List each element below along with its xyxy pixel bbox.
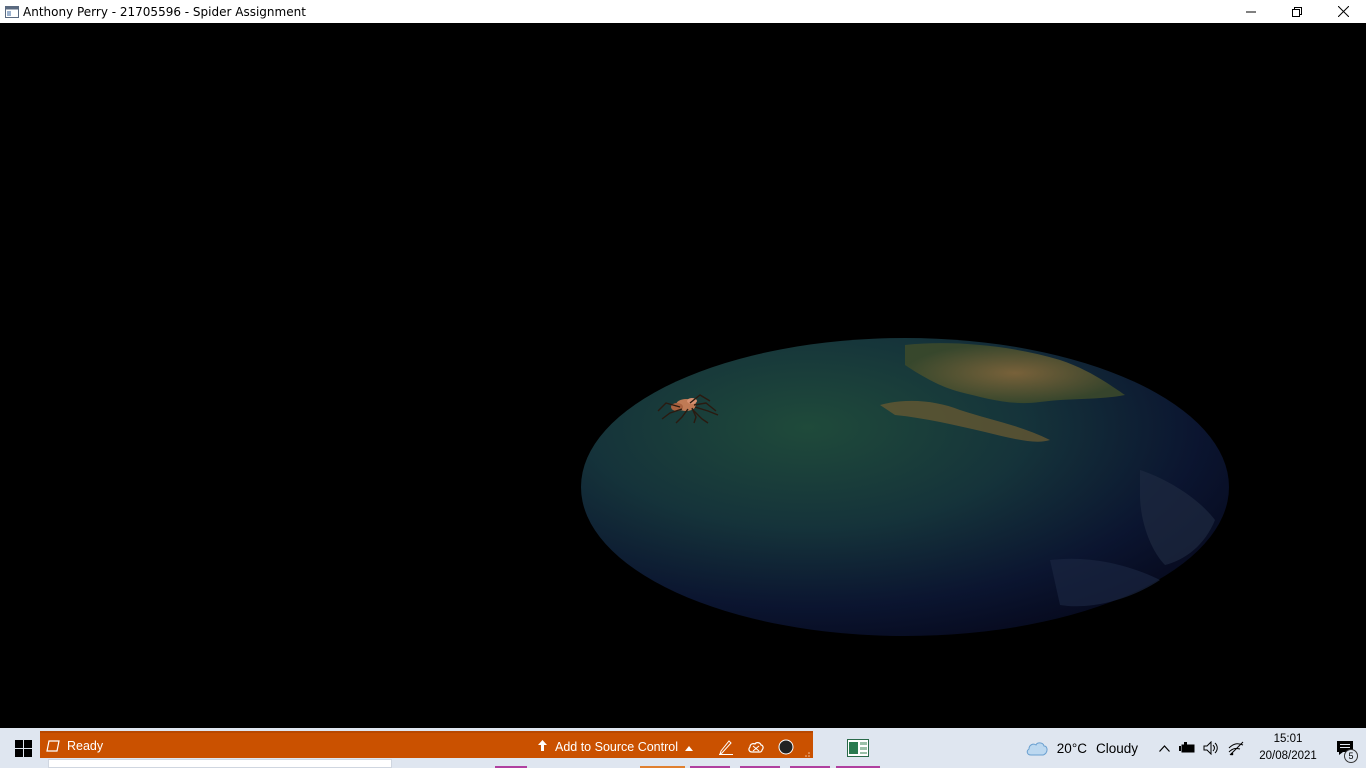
record-icon[interactable] xyxy=(771,733,801,760)
show-hidden-icons-button[interactable] xyxy=(1152,728,1176,768)
restore-button[interactable] xyxy=(1274,0,1320,23)
window-titlebar: Anthony Perry - 21705596 - Spider Assign… xyxy=(0,0,1366,23)
battery-icon[interactable] xyxy=(1176,728,1200,768)
weather-condition: Cloudy xyxy=(1095,740,1138,756)
action-center-button[interactable]: 5 xyxy=(1324,728,1366,768)
chevron-up-icon xyxy=(1158,744,1170,752)
minimize-button[interactable] xyxy=(1228,0,1274,23)
cloud-icon[interactable] xyxy=(741,733,771,760)
window-title: Anthony Perry - 21705596 - Spider Assign… xyxy=(23,4,306,19)
weather-temperature: 20°C xyxy=(1056,740,1087,756)
clock[interactable]: 15:01 20/08/2021 xyxy=(1252,731,1324,765)
vs-status-bar: Ready Add to Source Control xyxy=(40,731,813,758)
close-button[interactable] xyxy=(1320,0,1366,23)
scene-canvas xyxy=(581,338,1229,636)
weather-widget[interactable]: 20°C Cloudy xyxy=(1026,740,1138,756)
spreadsheet-icon xyxy=(847,739,869,757)
volume-icon[interactable] xyxy=(1200,728,1224,768)
pencil-icon[interactable] xyxy=(711,733,741,760)
window-app-icon xyxy=(4,4,20,20)
taskbar-app-spreadsheet[interactable] xyxy=(836,728,880,768)
clock-date: 20/08/2021 xyxy=(1259,750,1317,762)
status-text: Ready xyxy=(67,738,104,753)
arrow-up-icon xyxy=(538,739,547,754)
notification-count-badge: 5 xyxy=(1344,749,1358,763)
resize-grip-icon xyxy=(801,733,813,760)
taskbar: Ready Add to Source Control 20°C Cloudy … xyxy=(0,728,1366,768)
search-box[interactable] xyxy=(48,759,392,768)
render-viewport[interactable] xyxy=(0,23,1366,728)
windows-icon xyxy=(14,739,32,757)
network-icon[interactable] xyxy=(1224,728,1248,768)
status-icon xyxy=(46,739,60,756)
caret-up-icon xyxy=(685,740,693,754)
system-tray: 20°C Cloudy 15:01 20/08/2021 5 xyxy=(1026,728,1366,768)
add-to-source-control-button[interactable]: Add to Source Control xyxy=(538,739,693,754)
cloud-weather-icon xyxy=(1026,742,1048,756)
clock-time: 15:01 xyxy=(1273,733,1303,745)
source-control-label: Add to Source Control xyxy=(555,739,678,754)
globe-icon xyxy=(581,338,1229,636)
